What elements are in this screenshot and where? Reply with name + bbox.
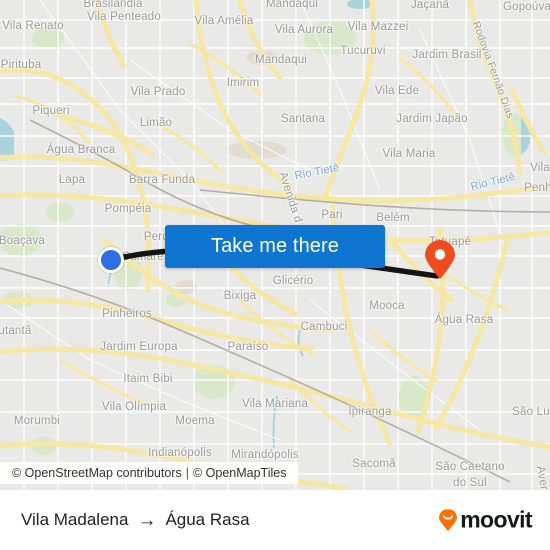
map-attribution: © OpenStreetMap contributors | © OpenMap…: [0, 462, 299, 484]
moovit-pin-icon: [439, 509, 458, 531]
route-summary: Vila Madalena → Água Rasa: [21, 510, 250, 530]
arrow-right-icon: →: [137, 509, 157, 531]
footer-bar: Vila Madalena → Água Rasa moovit: [0, 490, 550, 550]
origin-marker[interactable]: [98, 247, 124, 273]
attribution-separator: |: [185, 466, 189, 480]
attribution-osm[interactable]: © OpenStreetMap contributors: [12, 466, 182, 480]
map-canvas[interactable]: Brasilândia Vila Penteado Vila Amélia Manda…: [0, 0, 550, 490]
route-origin-label: Vila Madalena: [21, 510, 129, 529]
moovit-logo[interactable]: moovit: [438, 506, 533, 533]
route-destination-label: Água Rasa: [165, 510, 250, 529]
destination-pin[interactable]: [423, 240, 457, 280]
moovit-wordmark: moovit: [460, 506, 532, 533]
attribution-tiles[interactable]: © OpenMapTiles: [193, 466, 287, 480]
take-me-there-button[interactable]: Take me there: [165, 225, 385, 268]
map-screen: Brasilândia Vila Penteado Vila Amélia Manda…: [0, 0, 550, 550]
